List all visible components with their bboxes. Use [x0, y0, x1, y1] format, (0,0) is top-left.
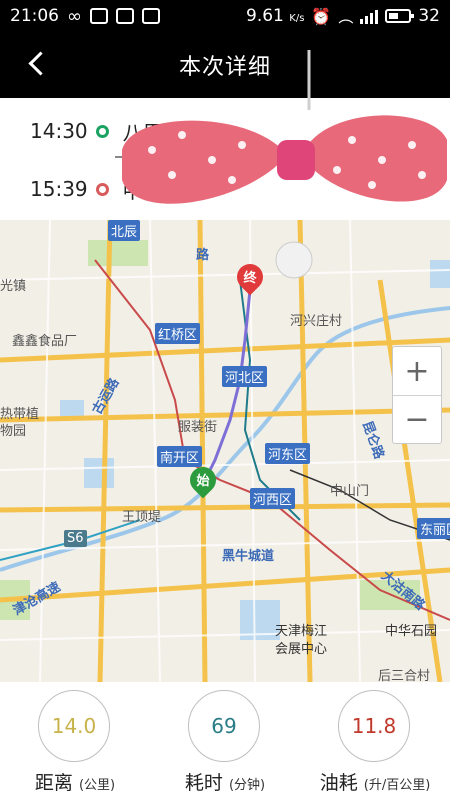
map-label-factory: 鑫鑫食品厂 [12, 334, 78, 349]
divider [115, 156, 129, 158]
zoom-in-button[interactable]: + [393, 347, 441, 395]
map-label-dongli: 东丽区 [417, 518, 450, 539]
map-label-zhongshanmen: 中山门 [330, 484, 370, 499]
map-label-hongqiao: 红桥区 [155, 323, 201, 344]
end-row: 15:39 中… [0, 161, 450, 217]
start-place: 八里…广场 [122, 120, 223, 145]
duration-stat: 69 耗时 (分钟) [150, 690, 300, 800]
start-time: 14:30 [30, 119, 88, 143]
zoom-controls: + − [392, 346, 442, 444]
start-marker[interactable]: 始 [184, 461, 222, 501]
signal-icon [360, 8, 379, 24]
end-time: 15:39 [30, 177, 88, 201]
distance-label: 距离 (公里) [34, 772, 116, 794]
fuel-label: 油耗 (升/百公里) [319, 772, 431, 794]
infinity-icon: ∞ [67, 5, 82, 27]
trip-detail-screen: 21:06 ∞ 9.61 K/s ⏰ ︵ 32 本次详细 14:30 八里…广场… [0, 0, 450, 800]
map-label-town: 光镇 [0, 279, 27, 294]
end-marker[interactable]: 终 [231, 258, 269, 298]
map-label-botanical-2: 物园 [0, 424, 27, 439]
trip-summary: 14:30 八里…广场 15:39 中… [0, 98, 450, 220]
image-icon [142, 8, 160, 24]
map-label-exhibition: 会展中心 [275, 642, 328, 657]
fuel-value: 11.8 [338, 690, 410, 762]
battery-level: 32 [418, 6, 440, 26]
end-place: 中… [122, 178, 163, 203]
map-label-street: 服装街 [178, 420, 218, 435]
start-dot-icon [95, 124, 109, 138]
network-speed: 9.61 K/s [246, 6, 305, 26]
map-label-wangdingdi: 王顶堤 [122, 510, 162, 525]
app-header: 本次详细 [0, 32, 450, 98]
trip-stats: 14.0 距离 (公里) 69 耗时 (分钟) 11.8 油耗 (升/百公里) [0, 682, 450, 800]
map-label-beichen: 北辰 [108, 220, 141, 241]
wifi-icon: ︵ [338, 7, 354, 26]
page-title: 本次详细 [178, 55, 271, 80]
battery-icon [385, 9, 415, 23]
map-label-nankai: 南开区 [157, 446, 203, 467]
map-label-hedong: 河东区 [265, 443, 311, 464]
duration-value: 69 [188, 690, 260, 762]
fuel-stat: 11.8 油耗 (升/百公里) [300, 690, 450, 800]
distance-stat: 14.0 距离 (公里) [0, 690, 150, 800]
status-time: 21:06 [10, 6, 59, 26]
app-icon [116, 8, 134, 24]
distance-value: 14.0 [38, 690, 110, 762]
map-label-hexi: 河西区 [250, 488, 296, 509]
map-label-hebei: 河北区 [222, 366, 268, 387]
map-label-lu: 路 [196, 248, 210, 263]
zoom-out-button[interactable]: − [393, 395, 441, 443]
duration-label: 耗时 (分钟) [184, 772, 266, 794]
map-label-meijiang: 天津梅江 [275, 624, 328, 639]
end-dot-icon [95, 182, 109, 196]
start-row: 14:30 八里…广场 [0, 103, 450, 159]
map-label-heiniucheng: 黑牛城道 [222, 549, 275, 564]
map-label-sanhe: 后三合村 [378, 669, 431, 682]
map-label-s6: S6 [64, 530, 87, 547]
back-button[interactable] [24, 50, 52, 78]
app-icon [90, 8, 108, 24]
map-label-zhonghua: 中华石园 [385, 624, 438, 639]
status-bar: 21:06 ∞ 9.61 K/s ⏰ ︵ 32 [0, 0, 450, 32]
route-map[interactable]: 红桥区 河北区 南开区 河东区 河西区 东丽区 S6 河兴庄村 鑫鑫食品厂 光镇… [0, 220, 450, 682]
map-label-village: 河兴庄村 [290, 314, 343, 329]
alarm-icon: ⏰ [311, 6, 332, 26]
